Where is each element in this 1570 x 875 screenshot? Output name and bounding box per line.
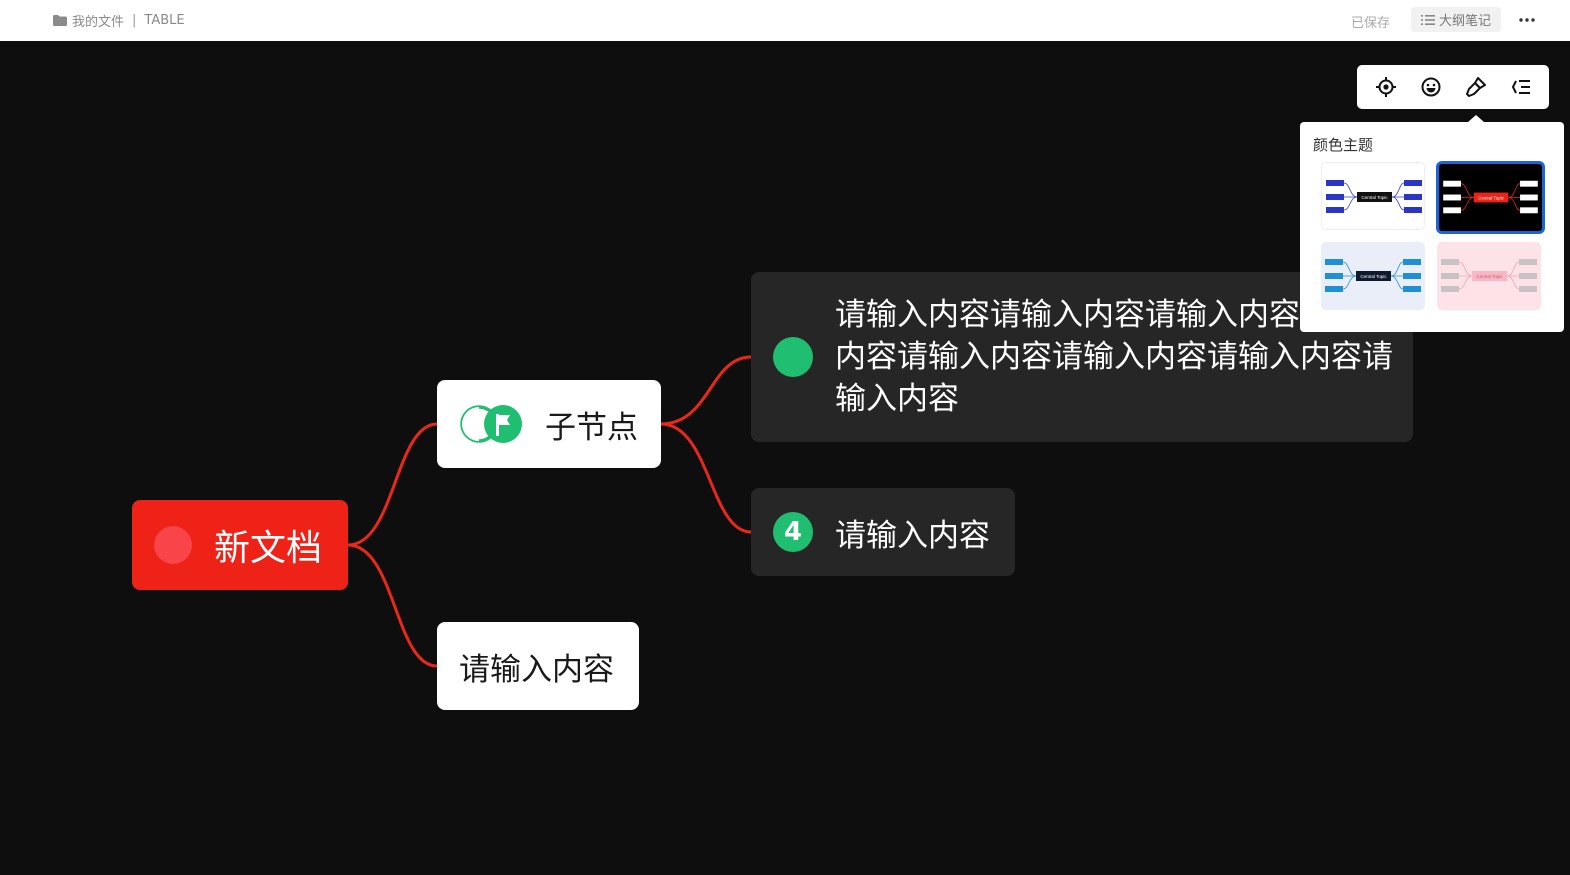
root-marker-icon bbox=[154, 526, 192, 564]
outline-notes-button[interactable]: 大纲笔记 bbox=[1411, 7, 1501, 32]
child-2-label: 请输入内容 bbox=[459, 651, 614, 688]
green-dot-icon bbox=[773, 337, 813, 377]
emoji-icon[interactable] bbox=[1415, 71, 1447, 103]
theme-option-4[interactable]: Central Topic bbox=[1437, 242, 1541, 310]
top-bar: 我的文件 | TABLE 已保存 大纲笔记 bbox=[0, 0, 1570, 41]
brush-icon[interactable] bbox=[1460, 71, 1492, 103]
locate-icon[interactable] bbox=[1370, 71, 1402, 103]
theme-option-3[interactable]: Central Topic bbox=[1321, 242, 1425, 310]
saved-status: 已保存 bbox=[1351, 16, 1391, 31]
theme-3-central-label: Central Topic bbox=[1360, 274, 1387, 279]
mindmap-canvas[interactable]: 新文档 子节点 请输入内容 请输入内容请输入内容请输入内容请输入内容请输入内容请… bbox=[0, 41, 1570, 875]
theme-4-central-label: Central Topic bbox=[1476, 274, 1503, 279]
grandchild-node-2[interactable]: 4 请输入内容 bbox=[751, 488, 1015, 576]
child-node-1[interactable]: 子节点 bbox=[437, 380, 661, 468]
folder-icon bbox=[53, 15, 67, 26]
more-icon[interactable] bbox=[1515, 8, 1539, 32]
theme-2-central-label: Central Topic bbox=[1478, 195, 1505, 200]
child-1-label: 子节点 bbox=[545, 409, 638, 446]
root-label: 新文档 bbox=[214, 528, 323, 569]
breadcrumb-folder[interactable]: 我的文件 bbox=[72, 11, 124, 30]
theme-option-1[interactable]: Central Topic bbox=[1321, 162, 1425, 230]
floating-toolbar bbox=[1357, 65, 1549, 109]
child-node-2[interactable]: 请输入内容 bbox=[437, 622, 639, 710]
grandchild-2-label: 请输入内容 bbox=[835, 517, 990, 554]
root-node[interactable]: 新文档 bbox=[132, 500, 348, 590]
panel-title: 颜色主题 bbox=[1313, 136, 1374, 154]
list-icon bbox=[1420, 14, 1435, 25]
number-badge-icon: 4 bbox=[773, 512, 813, 552]
outline-notes-label: 大纲笔记 bbox=[1438, 14, 1491, 29]
progress-flag-icon bbox=[460, 405, 522, 443]
breadcrumb-file[interactable]: TABLE bbox=[144, 13, 184, 28]
outline-icon[interactable] bbox=[1505, 71, 1537, 103]
color-theme-panel: 颜色主题 Central Topic Central Topic Central… bbox=[1300, 122, 1564, 332]
breadcrumb-separator: | bbox=[132, 13, 137, 28]
theme-option-2-selected[interactable]: Central Topic bbox=[1436, 161, 1545, 234]
theme-1-central-label: Central Topic bbox=[1361, 195, 1388, 200]
breadcrumb: 我的文件 | TABLE bbox=[53, 11, 185, 30]
panel-pointer bbox=[1468, 115, 1484, 122]
